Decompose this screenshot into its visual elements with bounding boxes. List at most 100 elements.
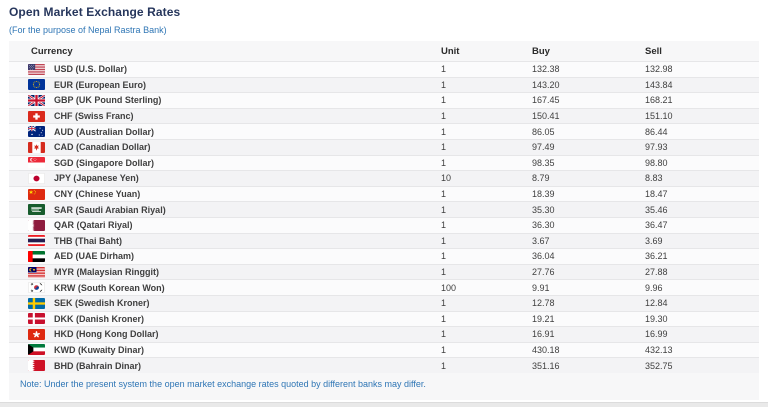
currency-label: CAD (Canadian Dollar) [54, 142, 151, 153]
buy-cell: 12.78 [532, 298, 555, 309]
unit-cell: 1 [441, 142, 447, 153]
currency-cell: CAD (Canadian Dollar) [28, 141, 441, 153]
exchange-rates-page: Open Market Exchange Rates (For the purp… [0, 0, 768, 407]
currency-cell: HKD (Hong Kong Dollar) [28, 328, 441, 340]
sell-cell: 27.88 [645, 267, 668, 278]
sell-cell: 352.75 [645, 360, 673, 371]
usd-flag-icon [28, 63, 45, 75]
buy-cell: 167.45 [532, 95, 560, 106]
column-header-sell: Sell [645, 45, 662, 57]
currency-cell: SEK (Swedish Kroner) [28, 297, 441, 309]
myr-flag-icon [28, 266, 45, 278]
currency-label: CNY (Chinese Yuan) [54, 189, 141, 200]
currency-cell: SGD (Singapore Dollar) [28, 157, 441, 169]
dkk-flag-icon [28, 313, 45, 325]
currency-label: MYR (Malaysian Ringgit) [54, 267, 160, 278]
table-row-sgd: SGD (Singapore Dollar) 1 98.35 98.80 [9, 154, 759, 171]
buy-cell: 132.38 [532, 64, 560, 75]
unit-cell: 1 [441, 126, 447, 137]
unit-cell: 10 [441, 173, 452, 184]
unit-cell: 1 [441, 220, 447, 231]
table-row-cad: CAD (Canadian Dollar) 1 97.49 97.93 [9, 138, 759, 155]
currency-cell: USD (U.S. Dollar) [28, 63, 441, 75]
currency-label: AUD (Australian Dollar) [54, 126, 155, 137]
sell-cell: 97.93 [645, 142, 668, 153]
table-row-sar: SAR (Saudi Arabian Riyal) 1 35.30 35.46 [9, 201, 759, 217]
currency-label: SGD (Singapore Dollar) [54, 157, 155, 168]
rates-table-body: USD (U.S. Dollar) 1 132.38 132.98 EUR (E… [9, 61, 759, 373]
buy-cell: 97.49 [532, 142, 555, 153]
table-row-dkk: DKK (Danish Kroner) 1 19.21 19.30 [9, 310, 759, 327]
buy-cell: 150.41 [532, 111, 560, 122]
sell-cell: 151.10 [645, 111, 673, 122]
buy-cell: 27.76 [532, 267, 555, 278]
unit-cell: 1 [441, 95, 447, 106]
unit-cell: 1 [441, 235, 447, 246]
buy-cell: 8.79 [532, 173, 550, 184]
page-title: Open Market Exchange Rates [9, 5, 181, 19]
page-header: Open Market Exchange Rates (For the purp… [0, 0, 768, 35]
note-text: Note: Under the present system the open … [20, 378, 426, 389]
buy-cell: 18.39 [532, 189, 555, 200]
table-row-bhd: BHD (Bahrain Dinar) 1 351.16 352.75 [9, 357, 759, 373]
sell-cell: 98.80 [645, 157, 668, 168]
sell-cell: 168.21 [645, 95, 673, 106]
hkd-flag-icon [28, 328, 45, 340]
currency-label: SEK (Swedish Kroner) [54, 298, 150, 309]
currency-cell: BHD (Bahrain Dinar) [28, 360, 441, 372]
currency-cell: SAR (Saudi Arabian Riyal) [28, 204, 441, 216]
sell-cell: 86.44 [645, 126, 668, 137]
column-header-buy: Buy [532, 45, 550, 57]
table-row-aud: AUD (Australian Dollar) 1 86.05 86.44 [9, 123, 759, 139]
table-row-jpy: JPY (Japanese Yen) 10 8.79 8.83 [9, 170, 759, 186]
table-row-eur: EUR (European Euro) 1 143.20 143.84 [9, 76, 759, 93]
unit-cell: 1 [441, 204, 447, 215]
table-row-sek: SEK (Swedish Kroner) 1 12.78 12.84 [9, 294, 759, 311]
sell-cell: 8.83 [645, 173, 663, 184]
unit-cell: 1 [441, 313, 447, 324]
currency-cell: THB (Thai Baht) [28, 235, 441, 247]
currency-label: THB (Thai Baht) [54, 235, 122, 246]
unit-cell: 1 [441, 64, 447, 75]
currency-cell: KWD (Kuwaity Dinar) [28, 344, 441, 356]
table-row-gbp: GBP (UK Pound Sterling) 1 167.45 168.21 [9, 92, 759, 108]
table-row-chf: CHF (Swiss Franc) 1 150.41 151.10 [9, 107, 759, 124]
buy-cell: 19.21 [532, 313, 555, 324]
currency-label: HKD (Hong Kong Dollar) [54, 329, 159, 340]
sell-cell: 9.96 [645, 282, 663, 293]
cny-flag-icon [28, 188, 45, 200]
unit-cell: 1 [441, 267, 447, 278]
footer-strip [0, 402, 768, 407]
cad-flag-icon [28, 141, 45, 153]
eur-flag-icon [28, 79, 45, 91]
buy-cell: 36.04 [532, 251, 555, 262]
currency-cell: KRW (South Korean Won) [28, 282, 441, 294]
buy-cell: 351.16 [532, 360, 560, 371]
sell-cell: 18.47 [645, 189, 668, 200]
currency-cell: CHF (Swiss Franc) [28, 110, 441, 122]
currency-label: JPY (Japanese Yen) [54, 173, 139, 184]
kwd-flag-icon [28, 344, 45, 356]
sell-cell: 143.84 [645, 79, 673, 90]
unit-cell: 1 [441, 344, 447, 355]
currency-label: SAR (Saudi Arabian Riyal) [54, 204, 166, 215]
currency-cell: QAR (Qatari Riyal) [28, 219, 441, 231]
rates-panel: Currency Unit Buy Sell USD (U.S. Dollar)… [9, 41, 759, 400]
table-row-cny: CNY (Chinese Yuan) 1 18.39 18.47 [9, 185, 759, 202]
unit-cell: 1 [441, 298, 447, 309]
table-row-usd: USD (U.S. Dollar) 1 132.38 132.98 [9, 61, 759, 77]
sell-cell: 432.13 [645, 344, 673, 355]
thb-flag-icon [28, 235, 45, 247]
currency-cell: CNY (Chinese Yuan) [28, 188, 441, 200]
buy-cell: 35.30 [532, 204, 555, 215]
unit-cell: 1 [441, 157, 447, 168]
unit-cell: 1 [441, 111, 447, 122]
buy-cell: 86.05 [532, 126, 555, 137]
table-row-kwd: KWD (Kuwaity Dinar) 1 430.18 432.13 [9, 341, 759, 358]
sell-cell: 36.21 [645, 251, 668, 262]
buy-cell: 98.35 [532, 157, 555, 168]
unit-cell: 1 [441, 329, 447, 340]
qar-flag-icon [28, 219, 45, 231]
sell-cell: 35.46 [645, 204, 668, 215]
unit-cell: 100 [441, 282, 457, 293]
